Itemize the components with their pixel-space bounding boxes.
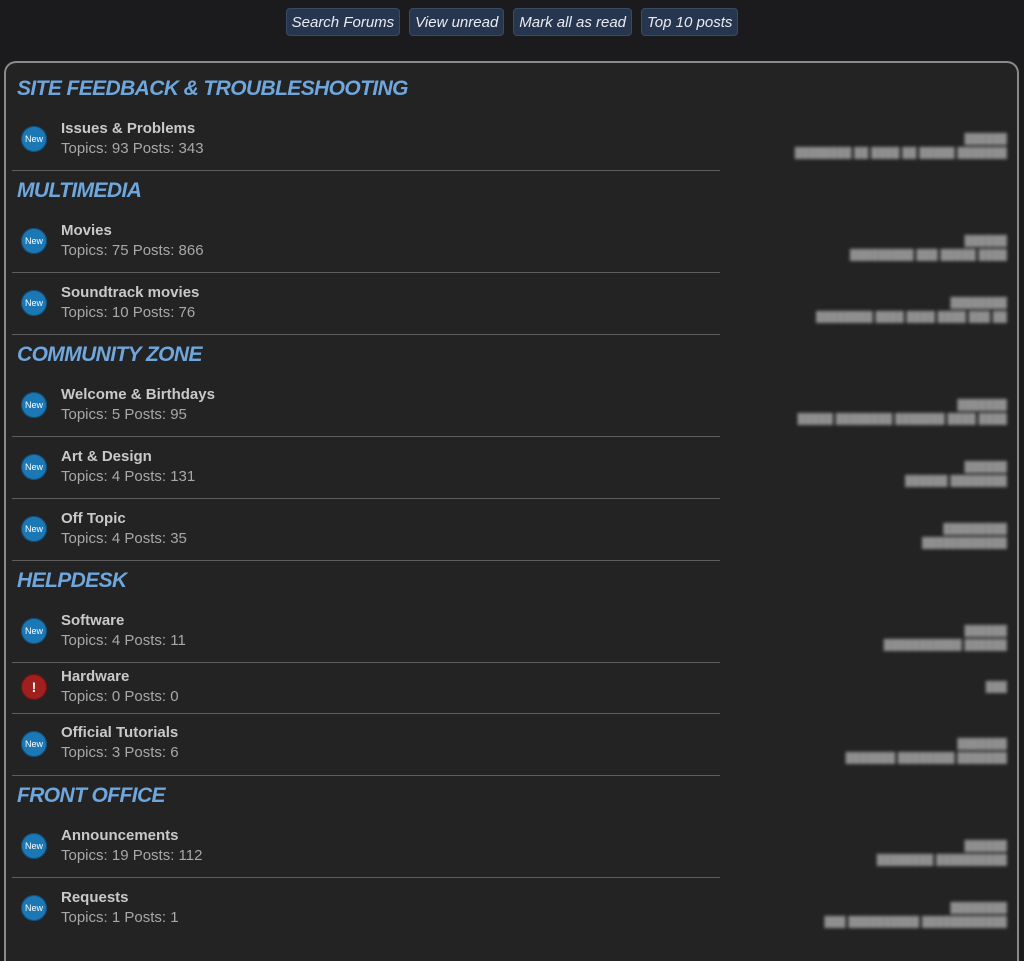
forum-stats: Topics: 5 Posts: 95 — [61, 406, 187, 423]
top-bar: Search Forums View unread Mark all as re… — [0, 0, 1024, 60]
new-posts-icon: New — [21, 290, 47, 316]
last-post-info: █████████ ████████████ — [921, 524, 1007, 549]
view-unread-button[interactable]: View unread — [409, 8, 505, 36]
last-post-info: ███ — [985, 682, 1007, 693]
forum-title[interactable]: Hardware — [61, 668, 129, 685]
forum-title[interactable]: Off Topic — [61, 510, 126, 527]
last-post-info: ████████ ████████ ████ ████ ████ ███ ██ — [815, 298, 1007, 323]
forum-title[interactable]: Art & Design — [61, 448, 152, 465]
forum-row[interactable]: New Movies Topics: 75 Posts: 866 — [12, 211, 720, 273]
category-site-feedback[interactable]: SITE FEEDBACK & TROUBLESHOOTING — [17, 77, 409, 101]
forum-row[interactable]: New Issues & Problems Topics: 93 Posts: … — [12, 109, 720, 171]
forum-stats: Topics: 4 Posts: 35 — [61, 530, 187, 547]
category-helpdesk[interactable]: HELPDESK — [17, 569, 127, 593]
forum-stats: Topics: 10 Posts: 76 — [61, 304, 196, 321]
forum-row[interactable]: New Official Tutorials Topics: 3 Posts: … — [12, 714, 720, 776]
new-posts-icon: New — [21, 516, 47, 542]
last-post-info: ██████ █████████ ███ █████ ████ — [849, 236, 1007, 261]
forum-stats: Topics: 19 Posts: 112 — [61, 847, 203, 864]
new-posts-icon: New — [21, 126, 47, 152]
last-post-info: ███████ █████ ████████ ███████ ████ ████ — [797, 400, 1008, 425]
new-posts-icon: New — [21, 392, 47, 418]
last-post-info: ██████ ██████ ████████ — [905, 462, 1007, 487]
forum-row[interactable]: New Welcome & Birthdays Topics: 5 Posts:… — [12, 375, 720, 437]
forum-row[interactable]: New Soundtrack movies Topics: 10 Posts: … — [12, 273, 720, 335]
forum-title[interactable]: Movies — [61, 222, 112, 239]
forum-row[interactable]: ! Hardware Topics: 0 Posts: 0 — [12, 663, 720, 714]
forum-stats: Topics: 0 Posts: 0 — [61, 688, 179, 705]
forum-title[interactable]: Software — [61, 612, 124, 629]
category-front-office[interactable]: FRONT OFFICE — [17, 784, 166, 808]
category-multimedia[interactable]: MULTIMEDIA — [17, 179, 142, 203]
new-posts-icon: New — [21, 454, 47, 480]
forum-row[interactable]: New Announcements Topics: 19 Posts: 112 — [12, 816, 720, 878]
last-post-info: ████████ ███ ██████████ ████████████ — [824, 903, 1007, 928]
forum-title[interactable]: Welcome & Birthdays — [61, 386, 215, 403]
forum-row[interactable]: New Art & Design Topics: 4 Posts: 131 — [12, 437, 720, 499]
forum-title[interactable]: Soundtrack movies — [61, 284, 199, 301]
new-posts-icon: New — [21, 833, 47, 859]
mark-all-read-button[interactable]: Mark all as read — [513, 8, 633, 36]
forum-stats: Topics: 3 Posts: 6 — [61, 744, 179, 761]
forum-stats: Topics: 1 Posts: 1 — [61, 909, 179, 926]
forum-row[interactable]: New Software Topics: 4 Posts: 11 — [12, 601, 720, 663]
top-navigation: Search Forums View unread Mark all as re… — [0, 8, 1024, 36]
new-posts-icon: New — [21, 618, 47, 644]
top-10-posts-button[interactable]: Top 10 posts — [641, 8, 739, 36]
forum-row[interactable]: New Requests Topics: 1 Posts: 1 — [12, 878, 720, 939]
search-forums-button[interactable]: Search Forums — [285, 8, 401, 36]
new-posts-icon: New — [21, 228, 47, 254]
forum-title[interactable]: Official Tutorials — [61, 724, 178, 741]
last-post-info: ███████ ███████ ████████ ███████ — [845, 739, 1007, 764]
forum-stats: Topics: 75 Posts: 866 — [61, 242, 204, 259]
new-posts-icon: New — [21, 895, 47, 921]
last-post-info: ██████ ███████████ ██████ — [883, 626, 1007, 651]
forum-title[interactable]: Announcements — [61, 827, 179, 844]
forum-stats: Topics: 93 Posts: 343 — [61, 140, 204, 157]
forum-stats: Topics: 4 Posts: 11 — [61, 632, 186, 649]
forum-row[interactable]: New Off Topic Topics: 4 Posts: 35 — [12, 499, 720, 561]
forum-stats: Topics: 4 Posts: 131 — [61, 468, 196, 485]
new-posts-icon: New — [21, 731, 47, 757]
no-posts-alert-icon: ! — [21, 674, 47, 700]
forum-title[interactable]: Requests — [61, 889, 129, 906]
category-community-zone[interactable]: COMMUNITY ZONE — [17, 343, 202, 367]
forum-index-panel: SITE FEEDBACK & TROUBLESHOOTING New Issu… — [4, 61, 1019, 961]
last-post-info: ██████ ████████ ██ ████ ██ █████ ███████ — [794, 134, 1007, 159]
last-post-info: ██████ ████████ ██████████ — [876, 841, 1007, 866]
forum-title[interactable]: Issues & Problems — [61, 120, 195, 137]
